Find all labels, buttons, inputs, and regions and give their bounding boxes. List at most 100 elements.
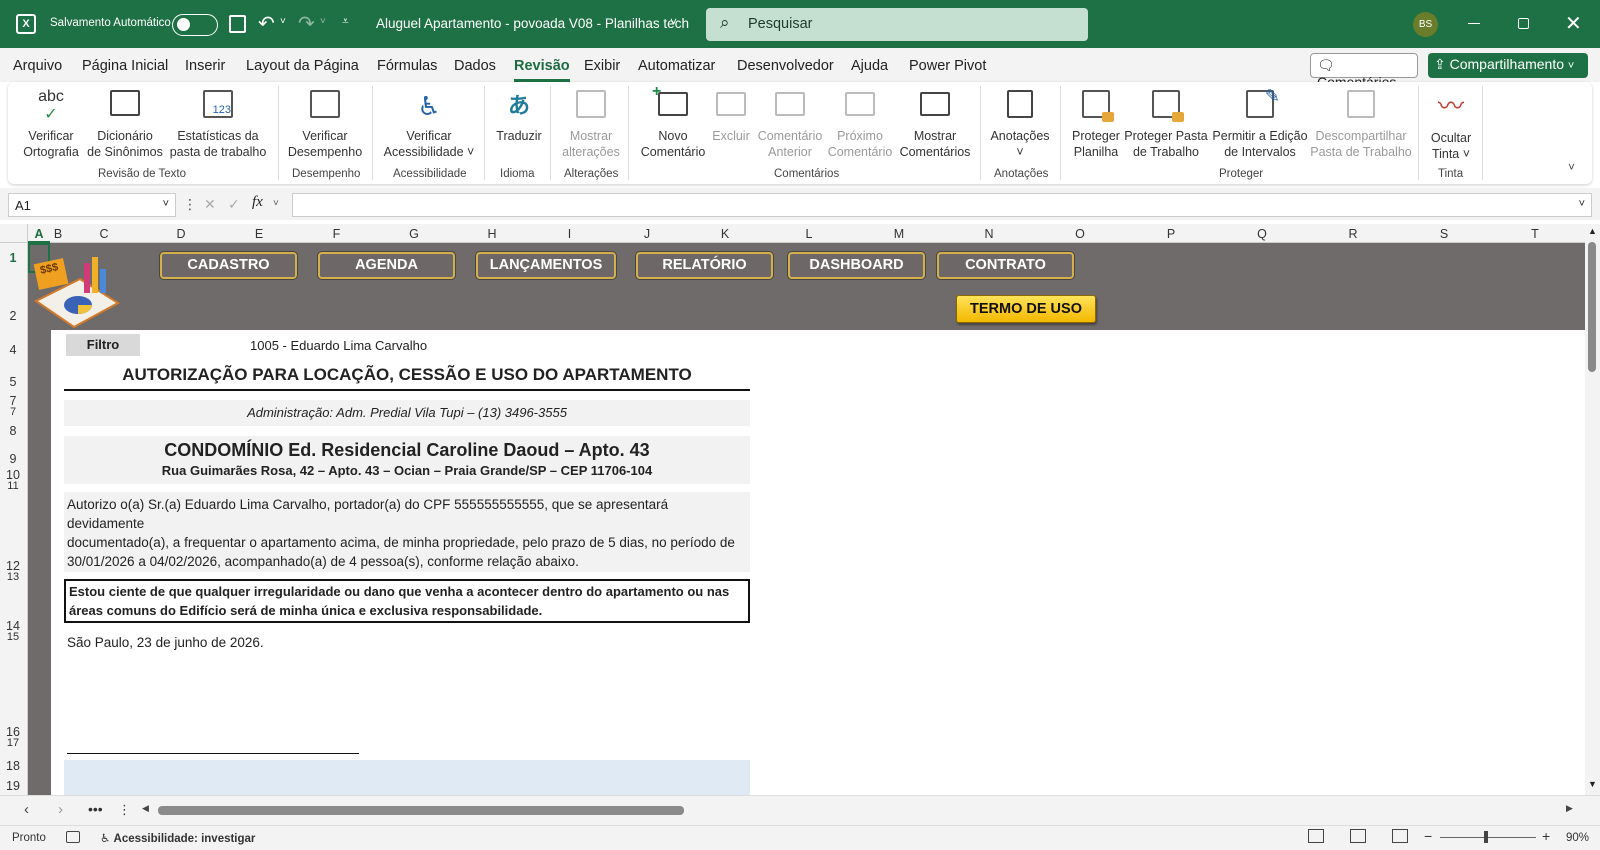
row-header[interactable]: 1: [0, 251, 26, 265]
menu-revisao[interactable]: Revisão: [514, 58, 570, 82]
nav-agenda-button[interactable]: AGENDA: [318, 252, 455, 279]
ribbon-collapse-icon[interactable]: ˅: [1568, 160, 1575, 174]
page-break-view-icon[interactable]: [1392, 829, 1408, 843]
column-header[interactable]: J: [608, 227, 686, 241]
row-header[interactable]: 9: [0, 452, 26, 466]
column-header[interactable]: M: [854, 227, 944, 241]
search-box[interactable]: ⌕ Pesquisar: [706, 8, 1088, 41]
allow-edit-ranges-button[interactable]: ✎ Permitir a Edição de Intervalos: [1208, 87, 1312, 160]
zoom-in-icon[interactable]: +: [1542, 828, 1550, 844]
translate-button[interactable]: あ Traduzir: [490, 88, 548, 144]
comments-button[interactable]: 🗨 Comentários: [1310, 53, 1418, 90]
row-header[interactable]: 4: [0, 343, 26, 357]
row-header[interactable]: 19: [0, 779, 26, 793]
column-header[interactable]: D: [142, 227, 220, 241]
column-header[interactable]: K: [686, 227, 764, 241]
accessibility-status[interactable]: ♿ Acessibilidade: investigar: [100, 831, 255, 845]
menu-layout-da-pagina[interactable]: Layout da Página: [246, 58, 359, 74]
insert-function-dropdown-icon[interactable]: ˅: [273, 198, 279, 209]
nav-relatorio-button[interactable]: RELATÓRIO: [636, 252, 773, 279]
row-header[interactable]: 17: [0, 737, 26, 749]
row-header[interactable]: 15: [0, 631, 26, 643]
menu-formulas[interactable]: Fórmulas: [377, 58, 437, 74]
worksheet[interactable]: $$$ CADASTRO AGENDA LANÇAMENTOS RELATÓRI…: [28, 243, 1585, 795]
autosave-toggle[interactable]: [172, 14, 218, 36]
menu-exibir[interactable]: Exibir: [584, 58, 620, 74]
accessibility-button[interactable]: ♿ Verificar Acessibilidade ˅: [378, 88, 480, 160]
formula-expand-icon[interactable]: ˅: [1579, 198, 1585, 210]
column-header[interactable]: C: [66, 227, 142, 241]
protect-workbook-button[interactable]: Proteger Pasta de Trabalho: [1124, 88, 1208, 160]
spelling-button[interactable]: abc ✓ Verificar Ortografia: [15, 88, 87, 160]
menu-dados[interactable]: Dados: [454, 58, 496, 74]
more-options-icon[interactable]: ⋮: [183, 196, 197, 213]
restore-icon[interactable]: [1518, 18, 1529, 29]
column-header[interactable]: S: [1398, 227, 1490, 241]
macro-record-icon[interactable]: [66, 831, 80, 843]
insert-function-icon[interactable]: fx: [252, 194, 263, 211]
vertical-scroll-thumb[interactable]: [1588, 242, 1596, 372]
workbook-stats-button[interactable]: 123 Estatísticas da pasta de trabalho: [166, 88, 270, 160]
formula-input[interactable]: ˅: [292, 193, 1592, 217]
share-button[interactable]: ⇪ Compartilhamento ˅: [1428, 53, 1588, 78]
row-header[interactable]: 11: [0, 480, 26, 492]
scroll-down-icon[interactable]: ▼: [1588, 779, 1597, 789]
scroll-up-icon[interactable]: ▲: [1588, 226, 1597, 236]
column-header[interactable]: O: [1034, 227, 1126, 241]
page-layout-view-icon[interactable]: [1350, 829, 1366, 843]
select-all-corner[interactable]: [0, 224, 28, 243]
column-header[interactable]: G: [375, 227, 453, 241]
column-header[interactable]: P: [1126, 227, 1216, 241]
row-header[interactable]: 5: [0, 375, 26, 389]
menu-automatizar[interactable]: Automatizar: [638, 58, 715, 74]
zoom-slider-thumb[interactable]: [1484, 831, 1488, 843]
zoom-slider[interactable]: [1440, 837, 1536, 838]
hide-ink-button[interactable]: 〰 Ocultar Tinta ˅: [1422, 88, 1480, 162]
sheet-options-icon[interactable]: ⋮: [118, 802, 131, 818]
menu-ajuda[interactable]: Ajuda: [851, 58, 888, 74]
column-header[interactable]: A: [28, 227, 50, 243]
previous-sheet-icon[interactable]: ‹: [24, 801, 29, 818]
column-header[interactable]: R: [1308, 227, 1398, 241]
column-header[interactable]: E: [220, 227, 298, 241]
column-header[interactable]: H: [453, 227, 531, 241]
vertical-scrollbar[interactable]: ▲ ▼: [1585, 224, 1600, 795]
column-header[interactable]: L: [764, 227, 854, 241]
column-header[interactable]: N: [944, 227, 1034, 241]
column-header[interactable]: T: [1490, 227, 1580, 241]
nav-dashboard-button[interactable]: DASHBOARD: [788, 252, 925, 279]
menu-inserir[interactable]: Inserir: [185, 58, 225, 74]
horizontal-scroll-thumb[interactable]: [158, 806, 684, 815]
performance-button[interactable]: Verificar Desempenho: [284, 88, 366, 160]
next-sheet-icon[interactable]: ›: [58, 801, 63, 818]
close-icon[interactable]: ✕: [1565, 11, 1582, 36]
menu-arquivo[interactable]: Arquivo: [13, 58, 62, 74]
nav-lancamentos-button[interactable]: LANÇAMENTOS: [476, 252, 616, 279]
notes-button[interactable]: Anotações ˅: [986, 88, 1054, 160]
row-header[interactable]: 7: [0, 406, 26, 418]
column-header[interactable]: I: [531, 227, 608, 241]
more-sheets-icon[interactable]: •••: [88, 801, 103, 817]
name-box-dropdown-icon[interactable]: ˅: [163, 198, 169, 210]
row-header[interactable]: 13: [0, 571, 26, 583]
file-title[interactable]: Aluguel Apartamento - povoada V08 - Plan…: [376, 16, 689, 31]
title-dropdown-icon[interactable]: ˅: [670, 15, 677, 29]
name-box[interactable]: A1 ˅: [8, 193, 176, 217]
thesaurus-button[interactable]: Dicionário de Sinônimos: [86, 88, 164, 160]
menu-power-pivot[interactable]: Power Pivot: [909, 58, 986, 74]
new-comment-button[interactable]: + Novo Comentário: [634, 84, 712, 160]
undo-icon[interactable]: ↶: [258, 11, 275, 36]
protect-sheet-button[interactable]: Proteger Planilha: [1066, 88, 1126, 160]
menu-pagina-inicial[interactable]: Página Inicial: [82, 58, 168, 74]
user-avatar[interactable]: BS: [1413, 12, 1438, 37]
nav-contrato-button[interactable]: CONTRATO: [937, 252, 1074, 279]
normal-view-icon[interactable]: [1308, 829, 1324, 843]
scroll-right-icon[interactable]: ▶: [1566, 803, 1573, 814]
filter-value[interactable]: 1005 - Eduardo Lima Carvalho: [250, 338, 427, 353]
zoom-level[interactable]: 90%: [1566, 832, 1589, 844]
minimize-icon[interactable]: [1468, 23, 1480, 24]
zoom-out-icon[interactable]: −: [1424, 828, 1432, 844]
show-comments-button[interactable]: Mostrar Comentários: [894, 88, 976, 160]
column-header[interactable]: B: [50, 227, 66, 241]
menu-desenvolvedor[interactable]: Desenvolvedor: [737, 58, 834, 74]
